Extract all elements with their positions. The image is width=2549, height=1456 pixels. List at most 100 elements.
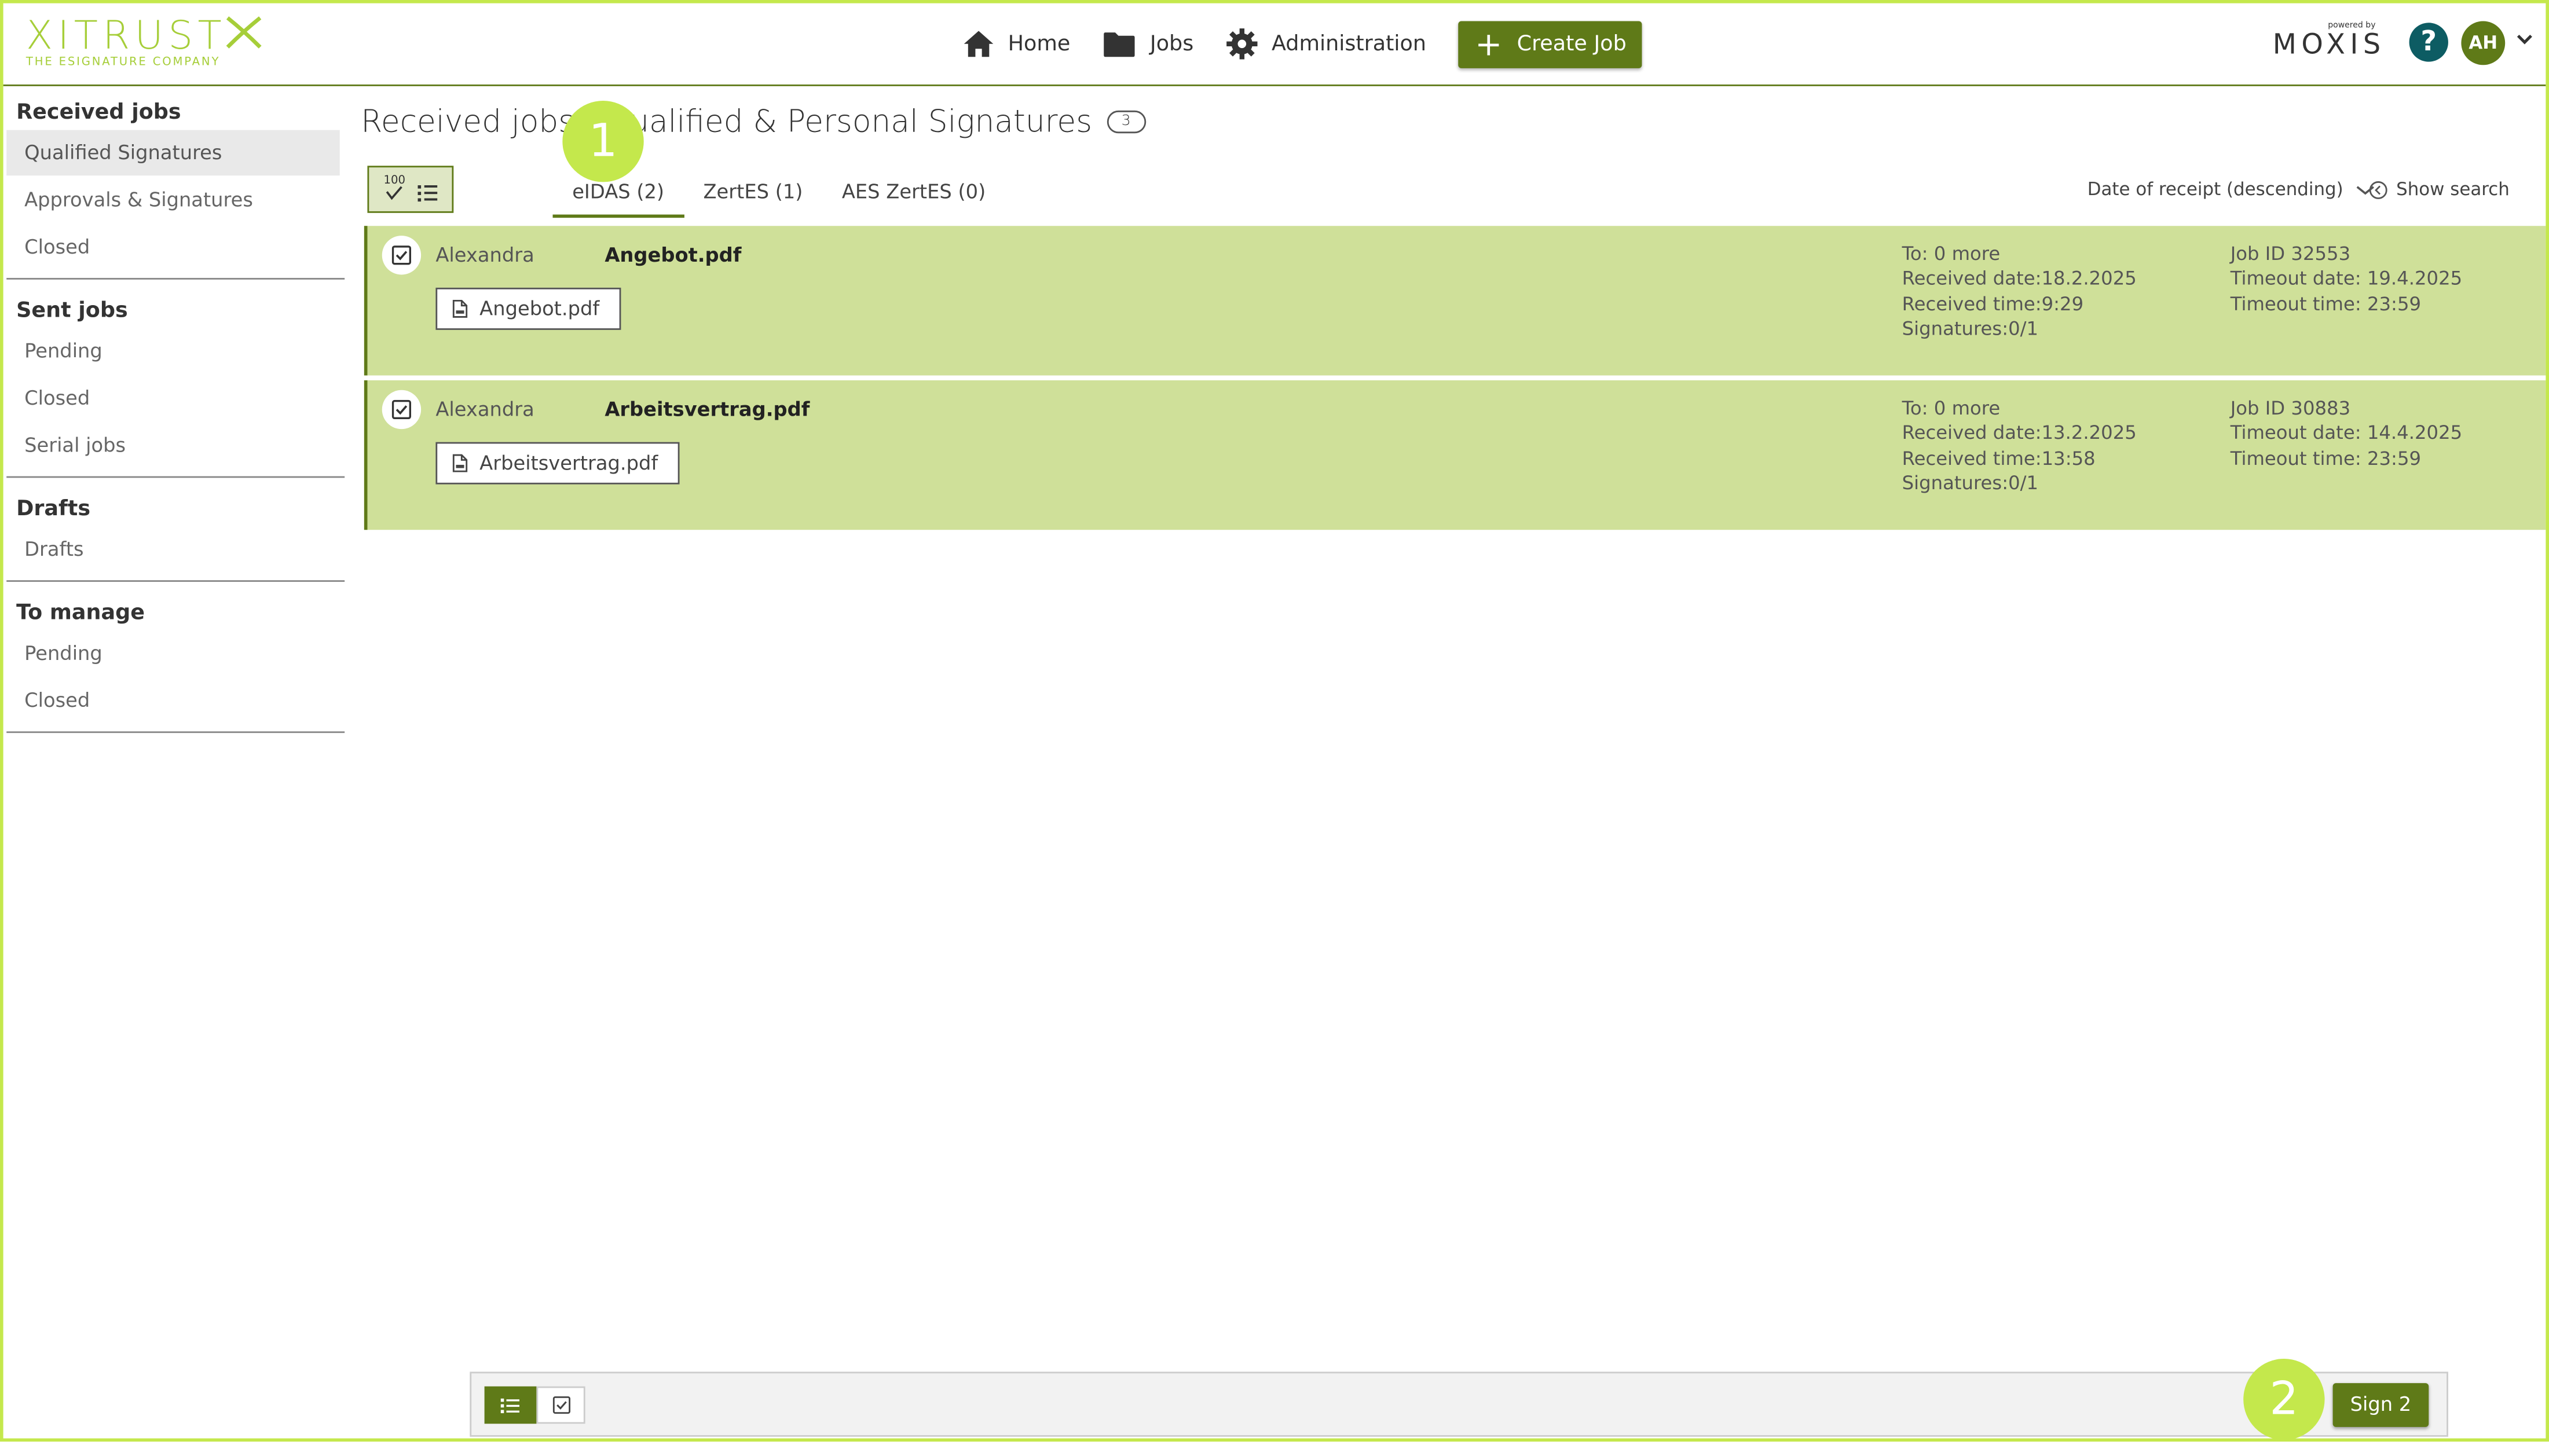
- sidebar-item-qualified-signatures[interactable]: Qualified Signatures: [6, 130, 340, 176]
- job-count-badge: 3: [1107, 110, 1145, 134]
- top-header: XITRUST THE ESIGNATURE COMPANY Home Jobs: [3, 3, 2546, 86]
- sign-button[interactable]: Sign 2: [2332, 1383, 2429, 1427]
- job-title[interactable]: Angebot.pdf: [605, 244, 741, 266]
- sidebar-item-sent-closed[interactable]: Closed: [6, 376, 340, 421]
- signature-type-tabs: eIDAS (2) ZertES (1) AES ZertES (0): [552, 175, 1005, 218]
- nav-administration[interactable]: Administration: [1226, 28, 1426, 60]
- chevron-left-circle-icon: [2369, 180, 2387, 199]
- document-name: Arbeitsvertrag.pdf: [479, 452, 658, 475]
- moxis-wordmark: MOXIS: [2272, 29, 2386, 62]
- pdf-file-icon: [452, 454, 468, 472]
- logo-swoosh-icon: [226, 16, 262, 49]
- job-received-date: Received date:18.2.2025: [1902, 267, 2137, 290]
- sort-dropdown[interactable]: Date of receipt (descending): [2087, 179, 2376, 200]
- job-select-checkbox[interactable]: [382, 236, 422, 275]
- step-callout-2: 2: [2243, 1358, 2325, 1440]
- job-receipt-info: To: 0 more Received date:13.2.2025 Recei…: [1902, 397, 2137, 496]
- xitrust-logo[interactable]: XITRUST THE ESIGNATURE COMPANY: [25, 13, 262, 68]
- sidebar: Received jobs Qualified Signatures Appro…: [6, 91, 345, 743]
- plus-icon: +: [1475, 24, 1503, 64]
- page-title-row: Received jobs - Qualified & Personal Sig…: [361, 104, 1145, 140]
- selection-view-button[interactable]: [536, 1386, 585, 1424]
- moxis-logo: powered by MOXIS: [2272, 21, 2386, 62]
- job-received-time: Received time:13:58: [1902, 446, 2096, 470]
- job-timeout-date: Timeout date: 19.4.2025: [2230, 267, 2463, 290]
- job-signatures: Signatures:0/1: [1902, 471, 2039, 494]
- job-id: Job ID 32553: [2230, 242, 2351, 265]
- job-id-info: Job ID 32553 Timeout date: 19.4.2025 Tim…: [2231, 242, 2462, 317]
- sidebar-group-received: Received jobs Qualified Signatures Appro…: [6, 91, 345, 280]
- select-all-toggle[interactable]: 100: [367, 166, 454, 213]
- check-list-icon: [386, 185, 438, 202]
- nav-jobs-label: Jobs: [1149, 31, 1194, 56]
- main-nav: Home Jobs Administration + Create Job: [962, 20, 1643, 68]
- home-icon: [964, 31, 994, 57]
- sidebar-item-sent-pending[interactable]: Pending: [6, 328, 340, 374]
- job-id-info: Job ID 30883 Timeout date: 14.4.2025 Tim…: [2231, 397, 2462, 471]
- sidebar-group-drafts: Drafts Drafts: [6, 487, 345, 582]
- bottom-action-bar: Sign 2: [470, 1371, 2448, 1437]
- job-timeout-time: Timeout time: 23:59: [2230, 446, 2422, 470]
- job-id: Job ID 30883: [2230, 397, 2351, 420]
- job-receipt-info: To: 0 more Received date:18.2.2025 Recei…: [1902, 242, 2137, 342]
- job-received-date: Received date:13.2.2025: [1902, 421, 2137, 445]
- sidebar-item-received-closed[interactable]: Closed: [6, 224, 340, 270]
- list-view-button[interactable]: [484, 1386, 537, 1424]
- gear-icon: [1226, 28, 1258, 60]
- tab-eidas[interactable]: eIDAS (2): [552, 175, 684, 218]
- sidebar-heading-drafts: Drafts: [16, 497, 91, 522]
- chevron-down-icon[interactable]: [2517, 32, 2533, 45]
- sidebar-item-drafts[interactable]: Drafts: [6, 527, 340, 573]
- sidebar-group-to-manage: To manage Pending Closed: [6, 592, 345, 733]
- sidebar-group-sent: Sent jobs Pending Closed Serial jobs: [6, 289, 345, 478]
- job-sender: Alexandra: [435, 398, 534, 421]
- list-icon: [500, 1398, 519, 1413]
- job-signatures: Signatures:0/1: [1902, 317, 2039, 340]
- show-search-button[interactable]: Show search: [2368, 178, 2510, 200]
- job-sender: Alexandra: [435, 244, 534, 267]
- moxis-powered-by: powered by: [2328, 21, 2376, 31]
- nav-home-label: Home: [1008, 31, 1071, 56]
- job-received-time: Received time:9:29: [1902, 292, 2084, 315]
- folder-icon: [1104, 31, 1136, 56]
- tab-zertes[interactable]: ZertES (1): [684, 175, 822, 218]
- job-row[interactable]: Alexandra Angebot.pdf Angebot.pdf To: 0 …: [364, 226, 2546, 376]
- job-title[interactable]: Arbeitsvertrag.pdf: [605, 398, 810, 421]
- sidebar-heading-received: Received jobs: [16, 101, 181, 126]
- checked-box-icon: [391, 399, 411, 420]
- app-window: XITRUST THE ESIGNATURE COMPANY Home Jobs: [0, 0, 2549, 1442]
- page-title: Received jobs - Qualified & Personal Sig…: [361, 104, 1093, 140]
- job-select-checkbox[interactable]: [382, 390, 422, 430]
- job-row[interactable]: Alexandra Arbeitsvertrag.pdf Arbeitsvert…: [364, 380, 2546, 530]
- show-search-label: Show search: [2396, 178, 2510, 200]
- document-name: Angebot.pdf: [479, 297, 600, 321]
- nav-jobs[interactable]: Jobs: [1103, 30, 1194, 58]
- sidebar-item-serial-jobs[interactable]: Serial jobs: [6, 423, 340, 468]
- user-avatar[interactable]: AH: [2461, 21, 2506, 65]
- nav-administration-label: Administration: [1271, 31, 1427, 56]
- sidebar-item-manage-pending[interactable]: Pending: [6, 630, 340, 676]
- logo-tagline: THE ESIGNATURE COMPANY: [25, 55, 221, 68]
- job-to: To: 0 more: [1902, 397, 2001, 420]
- nav-home[interactable]: Home: [962, 30, 1070, 59]
- sidebar-item-approvals-signatures[interactable]: Approvals & Signatures: [6, 177, 340, 223]
- job-to: To: 0 more: [1902, 242, 2001, 265]
- pdf-file-icon: [452, 299, 468, 318]
- create-job-label: Create Job: [1517, 31, 1627, 56]
- sidebar-heading-sent: Sent jobs: [16, 299, 128, 324]
- sidebar-heading-to-manage: To manage: [16, 601, 145, 626]
- document-button[interactable]: Angebot.pdf: [435, 287, 621, 330]
- step-callout-1: 1: [562, 101, 644, 182]
- sort-label: Date of receipt (descending): [2087, 178, 2343, 200]
- create-job-button[interactable]: + Create Job: [1459, 20, 1643, 68]
- job-timeout-time: Timeout time: 23:59: [2230, 292, 2422, 315]
- window-frame: [0, 0, 2549, 1442]
- logo-wordmark: XITRUST: [25, 13, 227, 59]
- job-timeout-date: Timeout date: 14.4.2025: [2230, 421, 2463, 445]
- document-button[interactable]: Arbeitsvertrag.pdf: [435, 442, 679, 485]
- checked-box-icon: [552, 1396, 570, 1414]
- checked-box-icon: [391, 245, 411, 265]
- help-icon[interactable]: ?: [2409, 23, 2448, 62]
- tab-aes-zertes[interactable]: AES ZertES (0): [822, 175, 1005, 218]
- sidebar-item-manage-closed[interactable]: Closed: [6, 678, 340, 724]
